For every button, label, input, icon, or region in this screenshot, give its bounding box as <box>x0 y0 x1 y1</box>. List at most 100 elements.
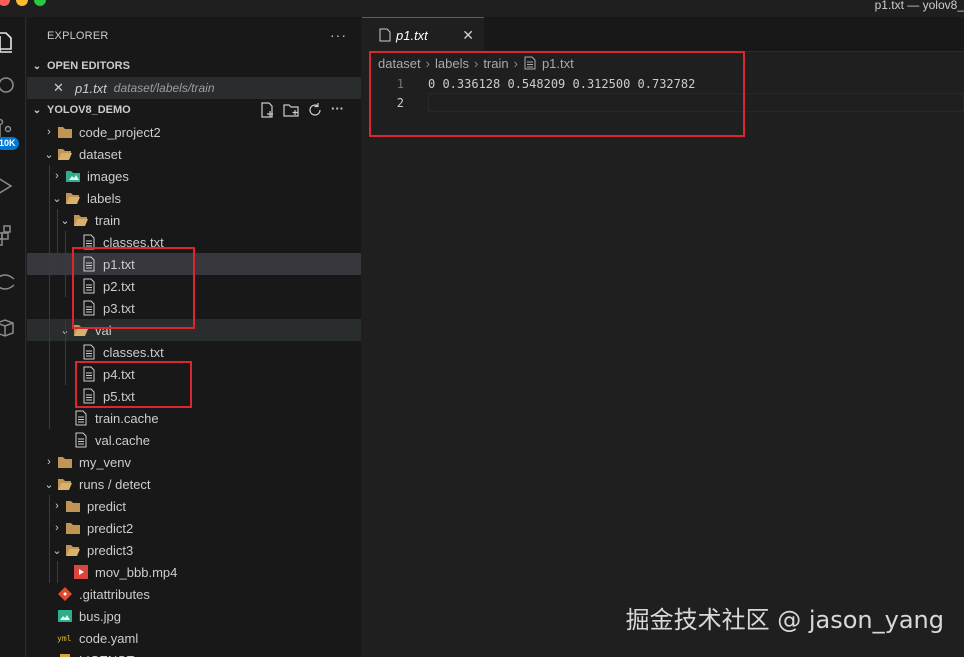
tree-item[interactable]: › images <box>27 165 361 187</box>
indent-guide <box>65 319 66 385</box>
tree-item-label: val.cache <box>95 432 150 448</box>
explorer-icon[interactable] <box>0 31 16 53</box>
chevron-down-icon: ⌄ <box>32 104 42 116</box>
zoom-window-button[interactable] <box>34 0 46 6</box>
tree-item-label: my_venv <box>79 454 132 470</box>
tree-item[interactable]: .gitattributes <box>27 583 361 605</box>
svg-text:yml: yml <box>57 634 72 643</box>
more-actions-icon[interactable]: ··· <box>331 102 347 118</box>
folder-icon <box>65 542 81 558</box>
tree-item[interactable]: train.cache <box>27 407 361 429</box>
tree-item[interactable]: › predict2 <box>27 517 361 539</box>
tree-item-label: bus.jpg <box>79 608 121 624</box>
indent-guide <box>57 209 58 253</box>
chevron-right-icon[interactable]: › <box>41 456 57 468</box>
explorer-title: EXPLORER <box>47 30 109 42</box>
tab-close-icon[interactable]: ✕ <box>462 27 474 44</box>
folder-icon <box>57 476 73 492</box>
chevron-down-icon[interactable]: ⌄ <box>49 192 65 205</box>
folder-icon <box>57 146 73 162</box>
tree-item[interactable]: ⌄ predict3 <box>27 539 361 561</box>
tree-item[interactable]: yml code.yaml <box>27 627 361 649</box>
new-file-icon[interactable] <box>259 102 275 118</box>
tree-item-label: code.yaml <box>79 630 139 646</box>
folder-icon <box>65 190 81 206</box>
indent-guide <box>49 165 50 429</box>
watermark: 掘金技术社区 @ jason_yang <box>625 606 944 634</box>
tree-item[interactable]: classes.txt <box>27 341 361 363</box>
open-editor-item[interactable]: ✕ p1.txt dataset/labels/train <box>27 77 361 99</box>
tree-item[interactable]: LICENSE <box>27 649 361 657</box>
tree-item[interactable]: › predict <box>27 495 361 517</box>
tree-item-label: predict <box>87 498 127 514</box>
source-control-badge: 10K <box>0 137 19 150</box>
tree-item-label: .gitattributes <box>79 586 150 602</box>
file-icon <box>73 432 89 448</box>
project-label: YOLOV8_DEMO <box>47 104 131 116</box>
folder-icon <box>65 498 81 514</box>
title-bar: p1.txt — yolov8_ <box>0 0 964 17</box>
containers-icon[interactable] <box>0 317 16 339</box>
tree-item-label: runs / detect <box>79 476 151 492</box>
remote-icon[interactable] <box>0 271 16 293</box>
chevron-down-icon: ⌄ <box>32 60 42 72</box>
yaml-icon: yml <box>57 630 73 646</box>
tree-item[interactable]: ⌄ dataset <box>27 143 361 165</box>
tab-label: p1.txt <box>396 27 428 43</box>
project-actions: ··· <box>259 102 347 118</box>
project-section[interactable]: ⌄ YOLOV8_DEMO ··· <box>27 99 361 121</box>
images-folder-icon <box>65 168 81 184</box>
tree-item[interactable]: › my_venv <box>27 451 361 473</box>
file-icon <box>73 410 89 426</box>
tree-item-label: predict2 <box>87 520 134 536</box>
tree-item[interactable]: bus.jpg <box>27 605 361 627</box>
tree-item-label: LICENSE <box>79 653 135 657</box>
tree-item[interactable]: ⌄ labels <box>27 187 361 209</box>
tree-item[interactable]: › code_project2 <box>27 121 361 143</box>
explorer-sidebar: EXPLORER ··· ⌄ OPEN EDITORS ✕ p1.txt dat… <box>27 17 361 657</box>
license-icon <box>57 652 73 657</box>
tree-item-label: train.cache <box>95 410 159 426</box>
open-editors-label: OPEN EDITORS <box>47 60 130 72</box>
extensions-icon[interactable] <box>0 225 16 247</box>
window-title: p1.txt — yolov8_ <box>874 0 964 12</box>
activity-bar: 10K <box>0 17 26 657</box>
tree-item[interactable]: mov_bbb.mp4 <box>27 561 361 583</box>
file-icon <box>81 344 97 360</box>
open-editor-name: p1.txt <box>75 80 107 96</box>
chevron-down-icon[interactable]: ⌄ <box>41 148 57 161</box>
tree-item-label: train <box>95 212 121 228</box>
folder-icon <box>65 520 81 536</box>
close-icon[interactable]: ✕ <box>53 80 71 96</box>
search-icon[interactable] <box>0 75 16 97</box>
chevron-down-icon[interactable]: ⌄ <box>41 478 57 491</box>
new-folder-icon[interactable] <box>283 102 299 118</box>
chevron-right-icon[interactable]: › <box>41 126 57 138</box>
open-editors-section[interactable]: ⌄ OPEN EDITORS <box>27 55 361 77</box>
chevron-down-icon[interactable]: ⌄ <box>57 214 73 227</box>
minimize-window-button[interactable] <box>16 0 28 6</box>
chevron-right-icon[interactable]: › <box>49 522 65 534</box>
tree-item[interactable]: ⌄ train <box>27 209 361 231</box>
folder-icon <box>73 212 89 228</box>
chevron-right-icon[interactable]: › <box>49 170 65 182</box>
run-debug-icon[interactable] <box>0 175 16 197</box>
tree-item-label: images <box>87 168 129 184</box>
video-file-icon <box>73 564 89 580</box>
explorer-header: EXPLORER ··· <box>27 17 361 55</box>
explorer-more-button[interactable]: ··· <box>330 27 347 43</box>
chevron-right-icon[interactable]: › <box>49 500 65 512</box>
image-file-icon <box>57 608 73 624</box>
close-window-button[interactable] <box>0 0 10 6</box>
chevron-down-icon[interactable]: ⌄ <box>49 544 65 557</box>
tree-item-label: mov_bbb.mp4 <box>95 564 178 580</box>
tab-p1-txt[interactable]: p1.txt ✕ <box>362 17 484 52</box>
source-control-icon[interactable] <box>0 117 16 139</box>
tree-item[interactable]: ⌄ runs / detect <box>27 473 361 495</box>
train-files-highlight-box <box>72 247 195 329</box>
folder-icon <box>57 124 73 140</box>
git-icon <box>57 586 73 602</box>
tree-item-label: predict3 <box>87 542 134 558</box>
refresh-icon[interactable] <box>307 102 323 118</box>
tree-item[interactable]: val.cache <box>27 429 361 451</box>
